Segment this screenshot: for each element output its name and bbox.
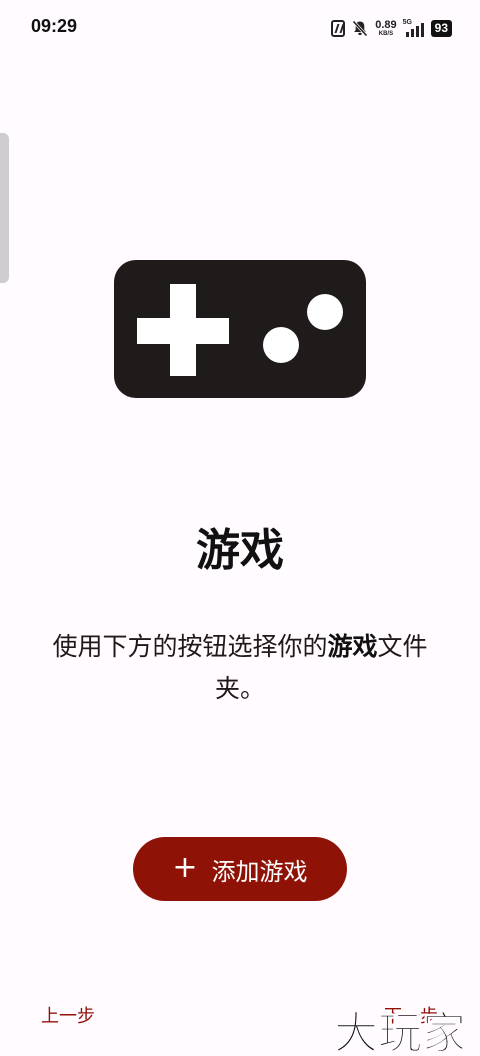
signal-icon: 5G (403, 19, 425, 37)
nfc-icon (331, 19, 346, 37)
status-bar: 09:29 0.89 KB/S 5G 93 (0, 0, 480, 56)
status-time: 09:29 (31, 16, 78, 36)
watermark-text: 大玩家 (334, 1008, 466, 1056)
status-icons: 0.89 KB/S 5G 93 (331, 17, 452, 39)
edge-panel-handle[interactable] (0, 133, 9, 283)
battery-indicator: 93 (430, 19, 452, 37)
description-bold: 游戏 (327, 632, 378, 661)
network-speed-value: 0.89 (375, 18, 397, 31)
plus-icon: + (172, 849, 198, 885)
page-title: 游戏 (196, 525, 284, 576)
gamepad-icon (114, 260, 366, 398)
add-game-button-label: 添加游戏 (211, 857, 308, 886)
description-text-before: 使用下方的按钮选择你的 (52, 632, 328, 661)
previous-step-button[interactable]: 上一步 (41, 1002, 95, 1028)
network-speed-unit: KB/S (378, 30, 394, 37)
network-speed: 0.89 KB/S (375, 18, 397, 37)
bell-muted-icon (351, 19, 369, 37)
page-description: 使用下方的按钮选择你的游戏文件夹。 (32, 626, 448, 710)
add-game-button[interactable]: + 添加游戏 (133, 837, 347, 901)
watermark-logo: 大玩家 (334, 1008, 467, 1056)
